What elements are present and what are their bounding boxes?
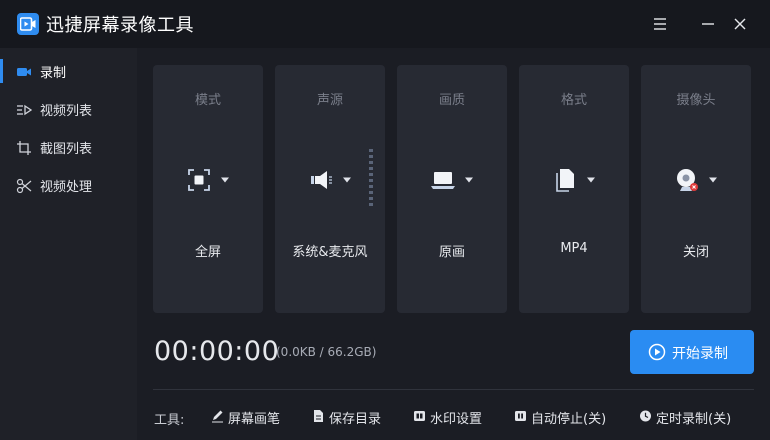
- file-icon: [556, 169, 574, 192]
- card-title: 摄像头: [676, 93, 716, 108]
- video-list-icon: [17, 104, 32, 116]
- audio-source-card[interactable]: 声源 系统&麦克风: [275, 65, 385, 313]
- card-value: 原画: [438, 245, 465, 260]
- start-record-label: 开始录制: [672, 346, 728, 362]
- watermark-icon: [414, 411, 425, 421]
- app-logo-icon: [17, 13, 39, 35]
- sidebar-item-label: 录制: [40, 66, 67, 81]
- title-bar: 迅捷屏幕录像工具: [0, 0, 770, 48]
- tool-label: 屏幕画笔: [228, 412, 281, 427]
- webcam-icon: [677, 169, 698, 191]
- sidebar-item-record[interactable]: 录制: [0, 52, 137, 90]
- video-tools-icon: [16, 178, 32, 194]
- app-title: 迅捷屏幕录像工具: [46, 15, 194, 36]
- sidebar-item-video-tools[interactable]: 视频处理: [0, 166, 137, 204]
- tools-label: 工具:: [154, 413, 185, 428]
- mode-card[interactable]: 模式 全屏: [153, 65, 263, 313]
- chevron-down-icon[interactable]: [220, 176, 230, 184]
- minimize-icon[interactable]: [698, 14, 718, 34]
- sidebar-item-label: 截图列表: [40, 142, 93, 157]
- sidebar: 录制 视频列表 截图列表 视频处理: [0, 48, 137, 440]
- fullscreen-icon: [188, 169, 210, 191]
- folder-doc-icon: [314, 410, 323, 422]
- quality-card[interactable]: 画质 原画: [397, 65, 507, 313]
- card-title: 模式: [194, 93, 221, 108]
- chevron-down-icon[interactable]: [586, 176, 596, 184]
- sidebar-item-screenshot-list[interactable]: 截图列表: [0, 128, 137, 166]
- divider: [153, 389, 754, 390]
- tool-label: 水印设置: [430, 412, 483, 427]
- speaker-icon: [311, 171, 332, 189]
- chevron-down-icon[interactable]: [708, 176, 718, 184]
- menu-icon[interactable]: [650, 14, 670, 34]
- card-title: 格式: [560, 93, 587, 108]
- format-card[interactable]: 格式 MP4: [519, 65, 629, 313]
- volume-level-meter: [369, 149, 373, 206]
- tool-label: 定时录制(关): [656, 412, 732, 427]
- card-value: MP4: [560, 241, 588, 256]
- sidebar-item-video-list[interactable]: 视频列表: [0, 90, 137, 128]
- card-title: 画质: [438, 93, 465, 108]
- sidebar-item-label: 视频处理: [40, 180, 93, 195]
- laptop-icon: [431, 172, 455, 189]
- card-title: 声源: [316, 93, 343, 108]
- sidebar-item-label: 视频列表: [40, 104, 93, 119]
- screenshot-list-icon: [17, 141, 31, 155]
- file-size-info: (0.0KB / 66.2GB): [276, 345, 377, 359]
- recording-timer: 00:00:00: [154, 336, 280, 367]
- card-value: 全屏: [194, 245, 221, 260]
- pen-icon: [212, 410, 223, 423]
- card-value: 关闭: [682, 245, 709, 260]
- auto-stop-icon: [515, 411, 526, 421]
- close-icon[interactable]: [730, 14, 750, 34]
- video-camera-icon: [17, 68, 31, 76]
- card-value: 系统&麦克风: [292, 245, 368, 260]
- tool-label: 保存目录: [329, 412, 382, 427]
- clock-icon: [640, 410, 651, 422]
- chevron-down-icon[interactable]: [342, 176, 352, 184]
- webcam-card[interactable]: 摄像头 关闭: [641, 65, 751, 313]
- tool-label: 自动停止(关): [531, 412, 607, 427]
- start-record-button[interactable]: 开始录制: [630, 330, 754, 374]
- chevron-down-icon[interactable]: [464, 176, 474, 184]
- play-circle-icon: [648, 343, 666, 361]
